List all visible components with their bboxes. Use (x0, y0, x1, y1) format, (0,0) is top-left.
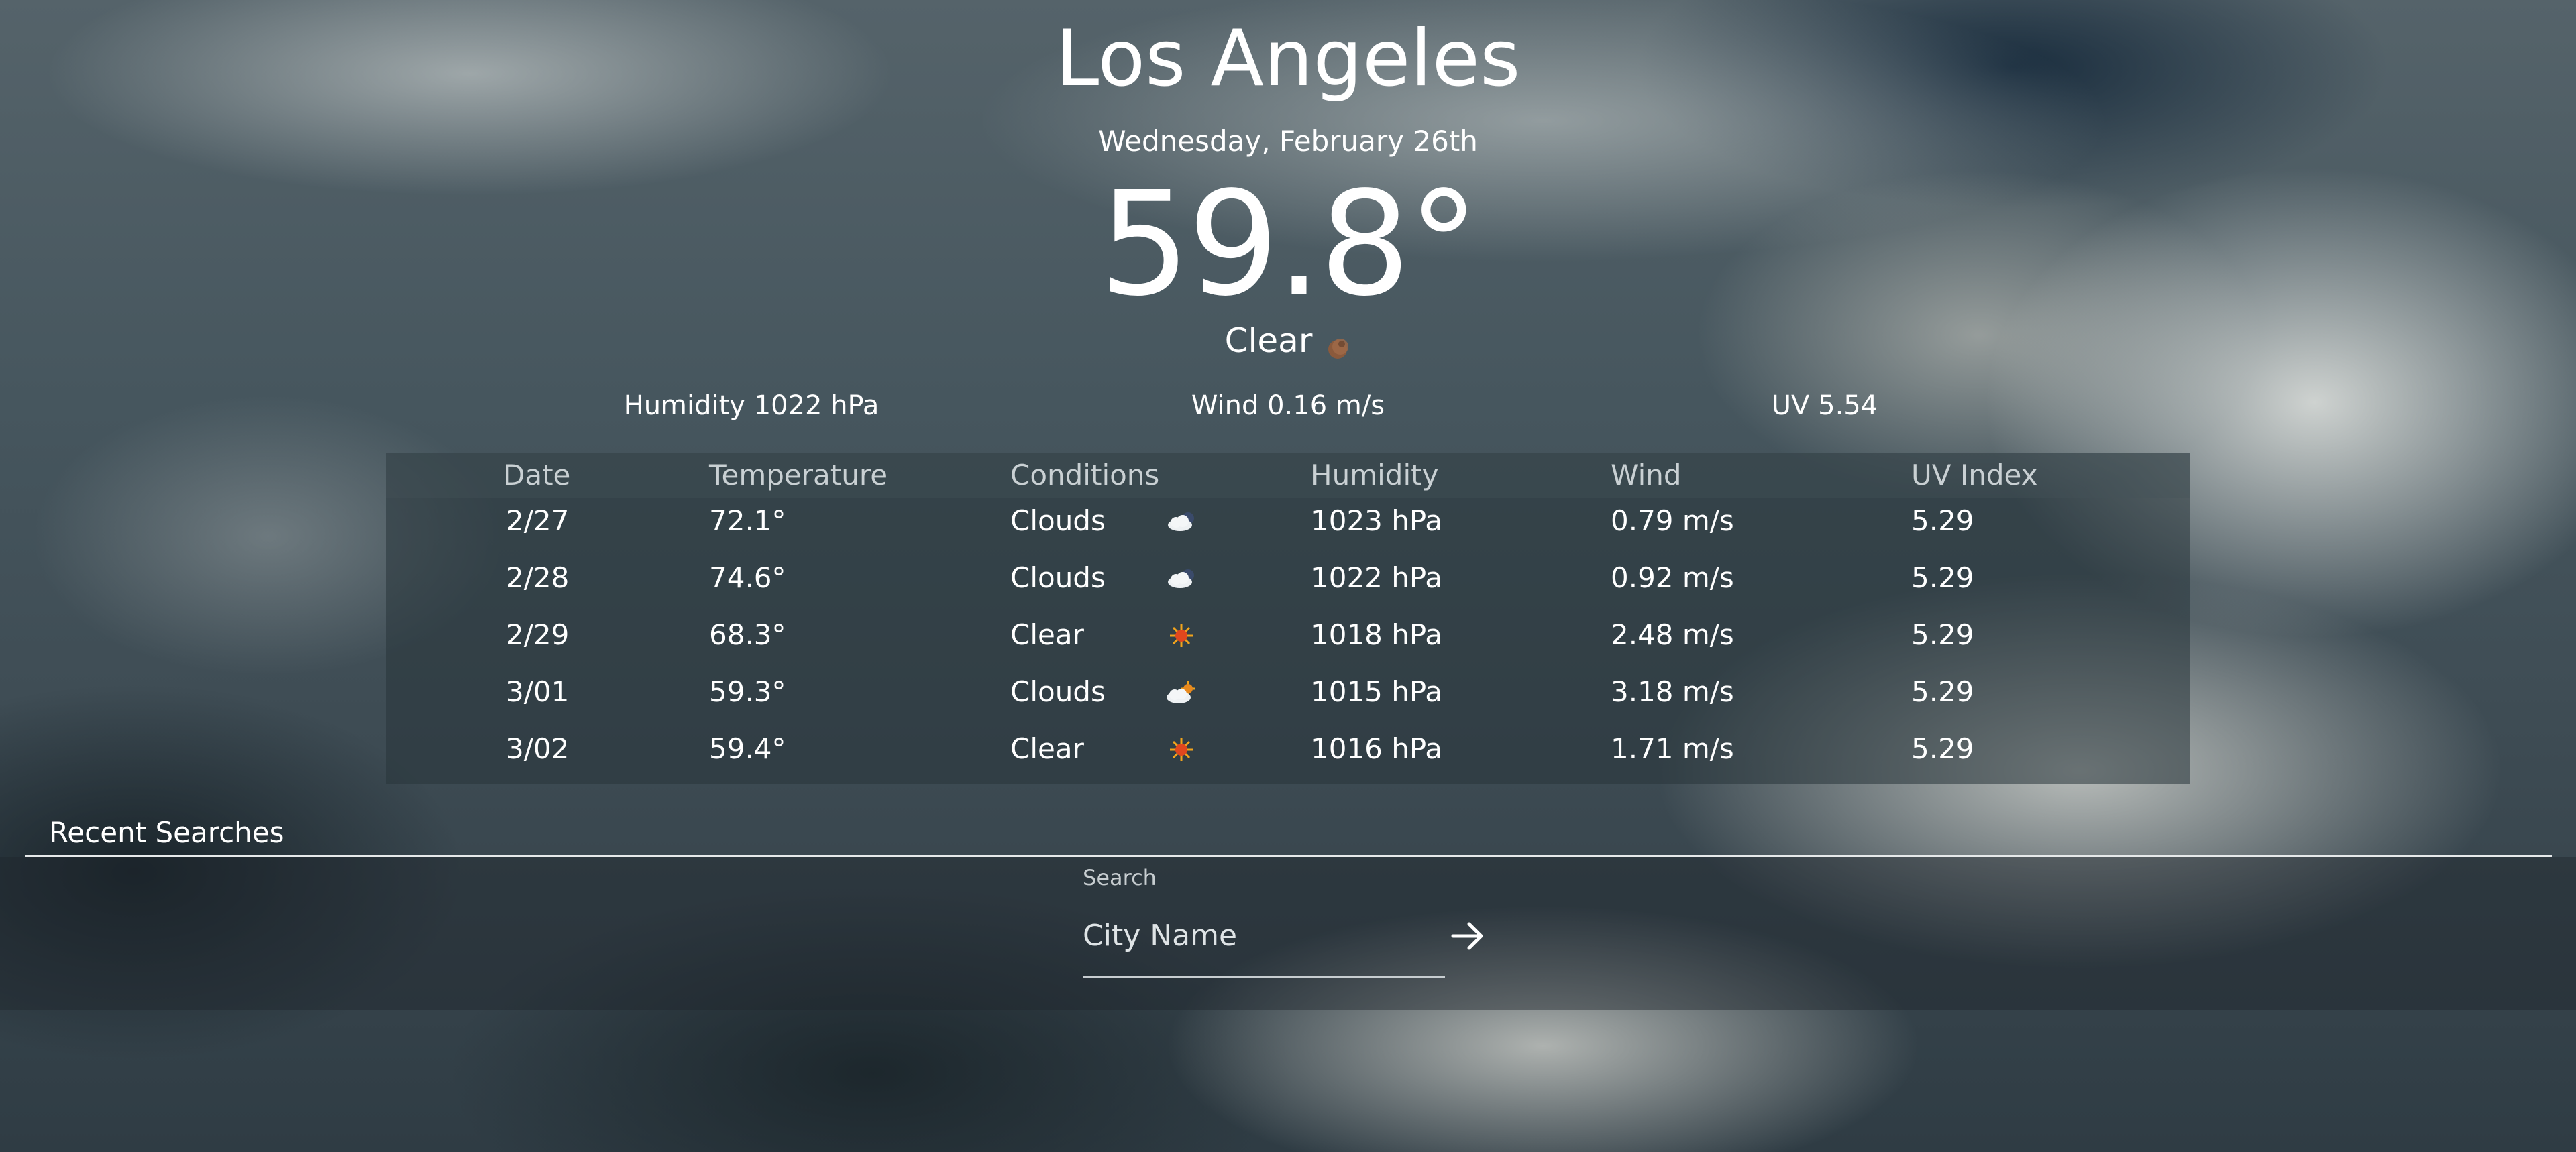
search-label: Search (1083, 865, 1157, 890)
row-date: 3/02 (506, 732, 570, 765)
arrow-right-icon (1451, 922, 1483, 950)
row-uv: 5.29 (1911, 618, 1974, 651)
row-wind: 0.79 m/s (1611, 504, 1734, 537)
clouds-night-icon (1161, 562, 1201, 595)
clear-moon-icon (1324, 330, 1351, 359)
row-date: 3/01 (506, 675, 570, 708)
row-humidity: 1018 hPa (1311, 618, 1443, 651)
row-uv: 5.29 (1911, 675, 1974, 708)
recent-searches-title: Recent Searches (49, 816, 284, 849)
header-uv-index: UV Index (1911, 459, 2038, 492)
row-wind: 2.48 m/s (1611, 618, 1734, 651)
header-humidity: Humidity (1311, 459, 1439, 492)
row-humidity: 1016 hPa (1311, 732, 1443, 765)
current-uv: UV 5.54 (1771, 390, 1878, 421)
header-temperature: Temperature (709, 459, 888, 492)
row-uv: 5.29 (1911, 561, 1974, 594)
row-temperature: 59.3° (709, 675, 786, 708)
row-condition: Clouds (1010, 504, 1106, 537)
row-uv: 5.29 (1911, 732, 1974, 765)
row-condition: Clear (1010, 732, 1084, 765)
sun-icon (1161, 619, 1201, 652)
row-condition: Clear (1010, 618, 1084, 651)
row-temperature: 68.3° (709, 618, 786, 651)
row-uv: 5.29 (1911, 504, 1974, 537)
forecast-table: Date Temperature Conditions Humidity Win… (386, 453, 2190, 784)
row-humidity: 1022 hPa (1311, 561, 1443, 594)
row-wind: 3.18 m/s (1611, 675, 1734, 708)
row-wind: 0.92 m/s (1611, 561, 1734, 594)
search-submit-button[interactable] (1444, 912, 1492, 960)
row-temperature: 72.1° (709, 504, 786, 537)
cloud-sun-icon (1161, 676, 1201, 709)
row-date: 2/27 (506, 504, 570, 537)
row-condition: Clouds (1010, 675, 1106, 708)
search-underline (1083, 976, 1445, 978)
header-wind: Wind (1611, 459, 1682, 492)
row-condition: Clouds (1010, 561, 1106, 594)
row-temperature: 59.4° (709, 732, 786, 765)
current-wind: Wind 0.16 m/s (1191, 390, 1385, 421)
current-temperature: 59.8° (1099, 161, 1479, 328)
current-condition: Clear (0, 321, 2576, 361)
row-date: 2/29 (506, 618, 570, 651)
row-humidity: 1015 hPa (1311, 675, 1443, 708)
sun-icon (1161, 733, 1201, 766)
current-humidity: Humidity 1022 hPa (623, 390, 879, 421)
header-conditions: Conditions (1010, 459, 1160, 492)
search-input[interactable] (1083, 912, 1432, 959)
row-wind: 1.71 m/s (1611, 732, 1734, 765)
row-date: 2/28 (506, 561, 570, 594)
current-condition-label: Clear (1224, 321, 1313, 360)
city-name: Los Angeles (1055, 13, 1521, 104)
row-temperature: 74.6° (709, 561, 786, 594)
header-date: Date (503, 459, 571, 492)
row-humidity: 1023 hPa (1311, 504, 1443, 537)
current-date: Wednesday, February 26th (1098, 125, 1478, 158)
clouds-night-icon (1161, 505, 1201, 538)
